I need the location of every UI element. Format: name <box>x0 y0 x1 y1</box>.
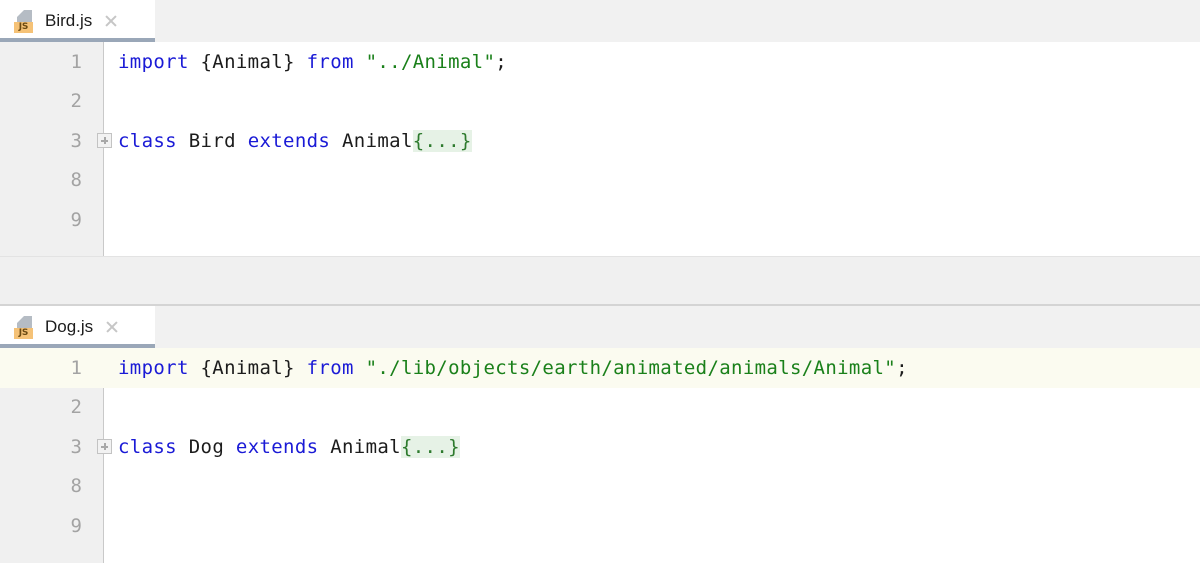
code-area-bird[interactable]: 1 import {Animal} from "../Animal"; 2 3 clas… <box>0 42 1200 256</box>
editor-panel-dog: JS Dog.js 1 import {Animal} from "./lib/o… <box>0 306 1200 563</box>
tab-bird-js-label: Bird.js <box>45 11 93 30</box>
token-kw: import <box>118 50 189 73</box>
token-str: "../Animal" <box>365 50 496 73</box>
token-pln <box>354 357 366 379</box>
code-line[interactable]: 8 <box>0 161 1200 201</box>
close-icon[interactable] <box>102 12 120 30</box>
line-number: 1 <box>70 356 82 379</box>
code-line[interactable]: 3 class Bird extends Animal{...} <box>0 121 1200 161</box>
close-icon[interactable] <box>103 318 121 336</box>
line-number: 2 <box>70 90 82 113</box>
code-line[interactable]: 2 <box>0 82 1200 122</box>
token-str: "./lib/objects/earth/animated/animals/An… <box>365 356 897 379</box>
tab-bar-dog: JS Dog.js <box>0 306 1200 348</box>
code-lines-bird: 1 import {Animal} from "../Animal"; 2 3 clas… <box>0 42 1200 240</box>
token-pln: ; <box>495 50 508 73</box>
token-pln: Animal <box>318 435 401 458</box>
code-line[interactable]: 9 <box>0 200 1200 240</box>
code-text: import {Animal} from "./lib/objects/eart… <box>104 357 908 379</box>
line-number: 9 <box>70 514 82 537</box>
js-file-icon: JS <box>14 9 36 33</box>
line-number: 3 <box>70 129 82 152</box>
plus-icon[interactable] <box>97 439 112 455</box>
token-kw: from <box>306 50 354 73</box>
code-text: import {Animal} from "../Animal"; <box>104 51 507 73</box>
code-text: class Bird extends Animal{...} <box>104 129 472 152</box>
token-kw: import <box>118 356 189 379</box>
js-badge-label: JS <box>14 22 33 33</box>
code-line[interactable]: 3 class Dog extends Animal{...} <box>0 427 1200 467</box>
line-number: 3 <box>70 435 82 458</box>
token-fold[interactable]: {...} <box>412 129 472 152</box>
fold-expand-icon[interactable] <box>96 427 113 467</box>
fold-expand-icon[interactable] <box>96 121 113 161</box>
token-kw: extends <box>247 129 331 152</box>
tab-bar-bird: JS Bird.js <box>0 0 1200 42</box>
token-pln: ; <box>896 356 908 379</box>
line-number: 9 <box>70 208 82 231</box>
token-pln: Bird <box>176 129 248 152</box>
editor-splitter[interactable] <box>0 256 1200 306</box>
token-pln <box>354 51 366 73</box>
line-number: 2 <box>70 396 82 419</box>
tab-dog-js-label: Dog.js <box>45 317 94 336</box>
token-pln: Animal <box>330 129 413 152</box>
token-kw: extends <box>235 435 319 458</box>
token-kw: class <box>118 129 177 152</box>
token-pln: {Animal} <box>188 50 307 73</box>
code-area-dog[interactable]: 1 import {Animal} from "./lib/objects/ear… <box>0 348 1200 563</box>
line-number: 1 <box>70 50 82 73</box>
code-text: class Dog extends Animal{...} <box>104 435 460 458</box>
line-number: 8 <box>70 169 82 192</box>
token-pln: {Animal} <box>188 356 307 379</box>
plus-icon[interactable] <box>97 133 112 149</box>
code-line[interactable]: 2 <box>0 388 1200 428</box>
ide-editor-root: JS Bird.js 1 import {Animal} from "../Ani… <box>0 0 1200 563</box>
editor-panel-bird: JS Bird.js 1 import {Animal} from "../Ani… <box>0 0 1200 256</box>
code-line[interactable]: 1 import {Animal} from "../Animal"; <box>0 42 1200 82</box>
js-file-icon: JS <box>14 315 36 339</box>
token-fold[interactable]: {...} <box>400 435 460 458</box>
token-kw: from <box>306 356 354 379</box>
tab-dog-js[interactable]: JS Dog.js <box>0 306 155 348</box>
tab-bird-js[interactable]: JS Bird.js <box>0 0 155 42</box>
code-line[interactable]: 1 import {Animal} from "./lib/objects/ear… <box>0 348 1200 388</box>
code-line[interactable]: 9 <box>0 506 1200 546</box>
js-badge-label: JS <box>14 328 33 339</box>
code-line[interactable]: 8 <box>0 467 1200 507</box>
token-kw: class <box>118 435 177 458</box>
line-number: 8 <box>70 475 82 498</box>
code-lines-dog: 1 import {Animal} from "./lib/objects/ear… <box>0 348 1200 546</box>
token-pln: Dog <box>176 435 236 458</box>
